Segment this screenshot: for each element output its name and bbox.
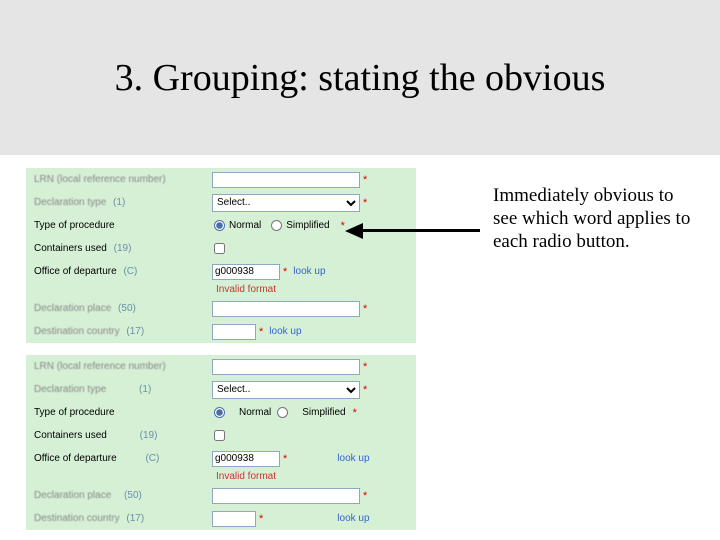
lookup-link[interactable]: look up	[269, 326, 301, 337]
row-lrn: LRN (local reference number) *	[26, 168, 416, 191]
row-place: Declaration place (50) *	[26, 297, 416, 320]
row-decl-type: Declaration type (1) Select.. *	[26, 191, 416, 214]
slide-title: 3. Grouping: stating the obvious	[115, 56, 606, 100]
label-place-text: Declaration place	[34, 303, 111, 314]
row-office: Office of departure (C) * look up	[26, 447, 416, 470]
row-dest: Destination country (17) * look up	[26, 320, 416, 343]
hint-office: (C)	[145, 453, 159, 464]
row-dest: Destination country (17) * look up	[26, 507, 416, 530]
input-office[interactable]	[212, 451, 280, 467]
row-containers: Containers used (19)	[26, 424, 416, 447]
required-icon: *	[353, 407, 357, 419]
input-office[interactable]	[212, 264, 280, 280]
label-office-text: Office of departure	[34, 266, 117, 277]
required-icon: *	[259, 326, 263, 338]
arrow-line	[360, 229, 480, 232]
hint-place: (50)	[124, 490, 142, 501]
select-decl-type[interactable]: Select..	[212, 381, 360, 399]
input-place[interactable]	[212, 301, 360, 317]
label-place-text: Declaration place	[34, 490, 111, 501]
radio-normal[interactable]	[214, 220, 225, 231]
lookup-link[interactable]: look up	[337, 453, 369, 464]
row-office: Office of departure (C) * look up	[26, 260, 416, 283]
label-decl-type: Declaration type (1)	[32, 197, 212, 208]
label-decl-type-text: Declaration type	[34, 197, 106, 208]
title-band: 3. Grouping: stating the obvious	[0, 0, 720, 155]
required-icon: *	[363, 490, 367, 502]
label-containers-text: Containers used	[34, 430, 107, 441]
hint-dest: (17)	[126, 513, 144, 524]
label-place: Declaration place (50)	[32, 303, 212, 314]
input-place[interactable]	[212, 488, 360, 504]
label-containers: Containers used (19)	[32, 430, 212, 441]
label-procedure: Type of procedure	[32, 220, 212, 231]
radio-label-simplified: Simplified	[302, 407, 345, 418]
required-icon: *	[283, 453, 287, 465]
hint-decl-type: (1)	[139, 384, 151, 395]
label-procedure: Type of procedure	[32, 407, 212, 418]
arrow-icon	[345, 223, 495, 243]
hint-place: (50)	[118, 303, 136, 314]
label-containers: Containers used (19)	[32, 243, 212, 254]
required-icon: *	[363, 303, 367, 315]
checkbox-containers[interactable]	[214, 243, 225, 254]
label-dest: Destination country (17)	[32, 513, 212, 524]
radio-label-normal: Normal	[239, 407, 271, 418]
label-lrn: LRN (local reference number)	[32, 361, 212, 372]
required-icon: *	[363, 197, 367, 209]
input-lrn[interactable]	[212, 172, 360, 188]
error-invalid-format: Invalid format	[26, 283, 416, 297]
row-lrn: LRN (local reference number) *	[26, 355, 416, 378]
annotation-text: Immediately obvious to see which word ap…	[493, 185, 693, 253]
label-office: Office of departure (C)	[32, 453, 212, 464]
form-panel-a: LRN (local reference number) * Declarati…	[26, 168, 416, 343]
label-containers-text: Containers used	[34, 243, 107, 254]
label-dest-text: Destination country	[34, 513, 120, 524]
radio-label-normal: Normal	[229, 220, 261, 231]
input-dest[interactable]	[212, 324, 256, 340]
required-icon: *	[363, 361, 367, 373]
radio-simplified[interactable]	[271, 220, 282, 231]
label-office: Office of departure (C)	[32, 266, 212, 277]
checkbox-containers[interactable]	[214, 430, 225, 441]
label-decl-type-text: Declaration type	[34, 384, 106, 395]
required-icon: *	[283, 266, 287, 278]
required-icon: *	[259, 513, 263, 525]
required-icon: *	[363, 384, 367, 396]
lookup-link[interactable]: look up	[293, 266, 325, 277]
input-lrn[interactable]	[212, 359, 360, 375]
label-place: Declaration place (50)	[32, 490, 212, 501]
hint-office: (C)	[123, 266, 137, 277]
row-place: Declaration place (50) *	[26, 484, 416, 507]
lookup-link[interactable]: look up	[337, 513, 369, 524]
row-procedure: Type of procedure Normal Simplified *	[26, 401, 416, 424]
form-panel-b: LRN (local reference number) * Declarati…	[26, 355, 416, 530]
select-decl-type[interactable]: Select..	[212, 194, 360, 212]
radio-label-simplified: Simplified	[286, 220, 329, 231]
row-decl-type: Declaration type (1) Select.. *	[26, 378, 416, 401]
label-lrn: LRN (local reference number)	[32, 174, 212, 185]
label-decl-type: Declaration type (1)	[32, 384, 212, 395]
hint-decl-type: (1)	[113, 197, 125, 208]
error-invalid-format: Invalid format	[26, 470, 416, 484]
label-dest: Destination country (17)	[32, 326, 212, 337]
hint-dest: (17)	[126, 326, 144, 337]
label-office-text: Office of departure	[34, 453, 117, 464]
radio-simplified[interactable]	[277, 407, 288, 418]
label-dest-text: Destination country	[34, 326, 120, 337]
hint-containers: (19)	[114, 243, 132, 254]
required-icon: *	[363, 174, 367, 186]
radio-normal[interactable]	[214, 407, 225, 418]
hint-containers: (19)	[140, 430, 158, 441]
input-dest[interactable]	[212, 511, 256, 527]
